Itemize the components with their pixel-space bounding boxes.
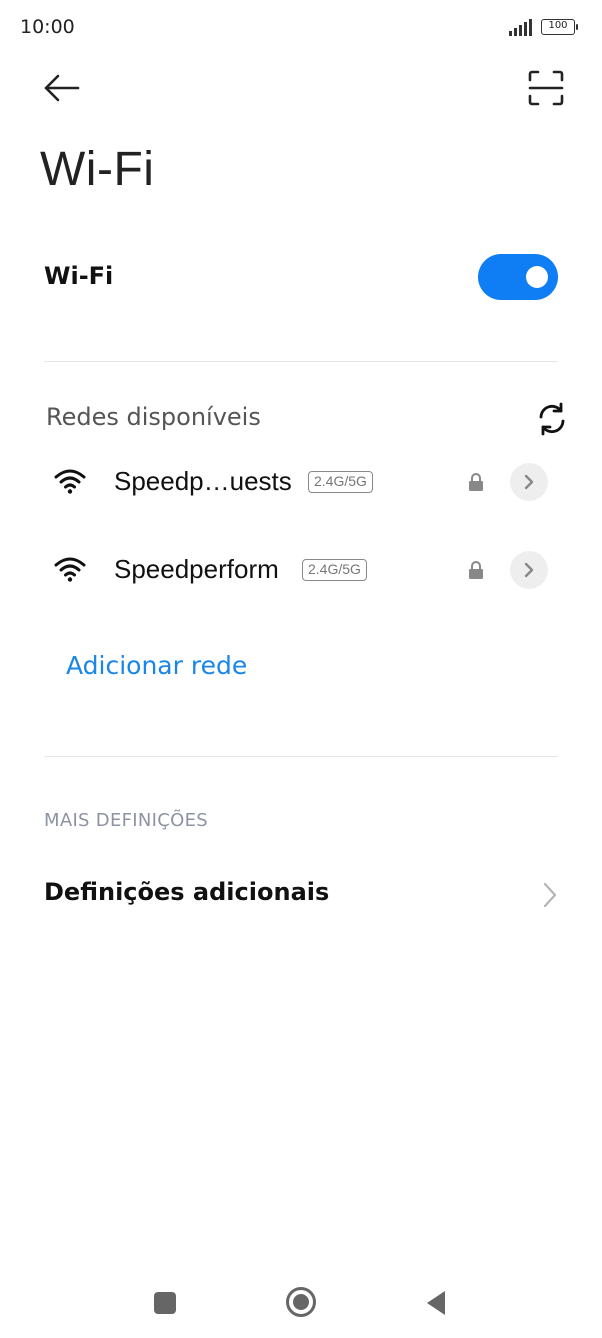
wifi-full-icon	[54, 557, 86, 582]
available-networks-title: Redes disponíveis	[46, 403, 261, 431]
additional-settings-row[interactable]: Definições adicionais	[44, 862, 558, 926]
network-details-button[interactable]	[510, 463, 548, 501]
more-settings-header: MAIS DEFINIÇÕES	[44, 810, 209, 831]
chevron-right-icon	[543, 882, 557, 908]
navigation-bar	[0, 1270, 602, 1338]
battery-level: 100	[548, 20, 568, 31]
network-details-button[interactable]	[510, 551, 548, 589]
add-network-link[interactable]: Adicionar rede	[66, 651, 247, 680]
divider	[44, 361, 558, 362]
chevron-right-icon	[524, 562, 534, 578]
network-name: Speedperform	[114, 554, 279, 584]
status-bar: 10:00 100	[0, 0, 602, 56]
refresh-button[interactable]	[533, 400, 571, 438]
toggle-knob	[526, 266, 548, 288]
network-band-badge: 2.4G/5G	[302, 559, 367, 581]
battery-icon: 100	[541, 19, 578, 35]
wifi-full-icon	[54, 469, 86, 494]
back-triangle-icon[interactable]	[426, 1290, 446, 1316]
wifi-toggle-row[interactable]: Wi-Fi	[44, 250, 558, 306]
chevron-right-icon	[524, 474, 534, 490]
network-item[interactable]: Speedp…uests 2.4G/5G	[44, 448, 558, 518]
wifi-toggle-switch[interactable]	[478, 254, 558, 300]
back-button[interactable]	[40, 68, 84, 108]
network-name: Speedp…uests	[114, 466, 292, 496]
lock-icon	[469, 473, 483, 491]
scan-qr-icon	[528, 70, 564, 106]
wifi-toggle-label: Wi-Fi	[44, 262, 114, 290]
scan-button[interactable]	[524, 66, 568, 110]
additional-settings-label: Definições adicionais	[44, 878, 330, 906]
home-circle-icon[interactable]	[286, 1287, 316, 1317]
signal-icon	[509, 19, 532, 36]
status-time: 10:00	[20, 16, 75, 38]
lock-icon	[469, 561, 483, 579]
page-title: Wi-Fi	[40, 143, 155, 196]
refresh-icon	[539, 402, 565, 436]
recents-square-icon[interactable]	[154, 1292, 176, 1314]
arrow-left-icon	[44, 74, 80, 102]
divider	[44, 756, 558, 757]
network-item[interactable]: Speedperform 2.4G/5G	[44, 536, 558, 606]
network-band-badge: 2.4G/5G	[308, 471, 373, 493]
